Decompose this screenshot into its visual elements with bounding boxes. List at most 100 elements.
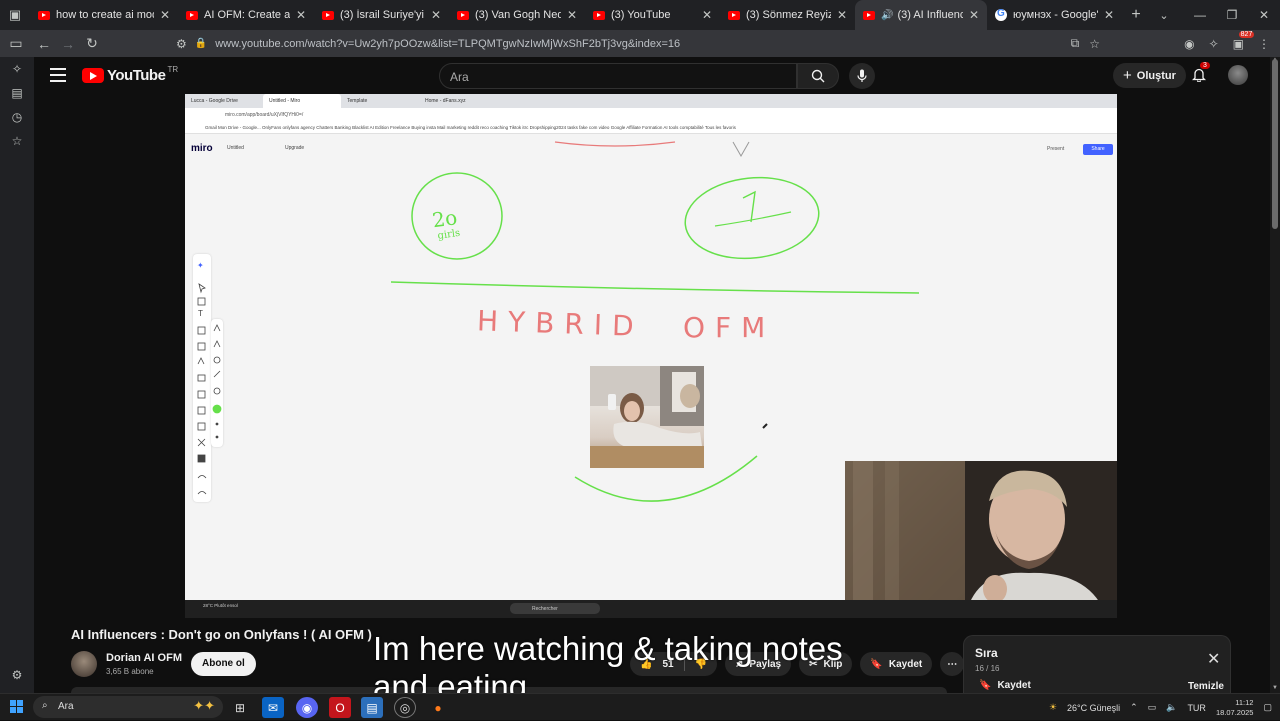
- video-inner-taskbar: 28°C Plutôt ensol Rechercher: [185, 600, 1117, 618]
- create-button[interactable]: + Oluştur: [1113, 63, 1186, 88]
- minimize-icon[interactable]: —: [1184, 0, 1216, 30]
- account-icon[interactable]: ◉: [1184, 37, 1194, 51]
- queue-title: Sıra: [975, 646, 998, 660]
- page-scrollbar[interactable]: ▲ ▼: [1270, 57, 1280, 693]
- close-tab-icon[interactable]: ✕: [702, 8, 712, 22]
- youtube-favicon-icon: [863, 10, 875, 20]
- notification-count-badge: 3: [1200, 62, 1210, 69]
- browser-tab[interactable]: (3) Van Gogh Neden Bu Ka✕: [449, 0, 585, 30]
- close-queue-icon[interactable]: ✕: [1207, 649, 1220, 669]
- taskbar-search[interactable]: ⌕ Ara ✦✦: [33, 696, 223, 718]
- tray-chevron-icon[interactable]: ⌃: [1130, 702, 1138, 713]
- chrome-icon[interactable]: ◎: [394, 697, 416, 718]
- extensions-icon[interactable]: ✧: [1209, 37, 1219, 51]
- weather-text[interactable]: 26°C Güneşli: [1067, 703, 1120, 713]
- sidebar-toggle-icon[interactable]: ▭: [0, 30, 32, 57]
- volume-icon[interactable]: 🔈: [1166, 702, 1177, 713]
- subscribe-button[interactable]: Abone ol: [191, 652, 256, 676]
- browser-side-panel: ✧ ▤ ◷ ☆ ⚙: [0, 57, 34, 693]
- close-tab-icon[interactable]: ✕: [837, 8, 847, 22]
- search-icon: [811, 69, 825, 83]
- close-tab-icon[interactable]: ✕: [1104, 8, 1114, 22]
- address-bar[interactable]: ⚙ 🔒 www.youtube.com/watch?v=Uw2yh7pOOzw&…: [176, 33, 1106, 54]
- close-tab-icon[interactable]: ✕: [431, 8, 441, 22]
- plus-icon: +: [1123, 67, 1132, 84]
- svg-text:T: T: [198, 309, 203, 318]
- close-tab-icon[interactable]: ✕: [969, 8, 979, 22]
- windows-start-icon[interactable]: [10, 700, 23, 713]
- hamburger-menu-icon[interactable]: [50, 66, 66, 84]
- video-player[interactable]: Lucca - Google Drive Untitled - Miro Tem…: [185, 94, 1117, 618]
- search-button[interactable]: [797, 63, 839, 89]
- notifications-button[interactable]: 3: [1191, 62, 1210, 87]
- youtube-logo[interactable]: YouTube TR: [82, 65, 178, 84]
- svg-text:OFM: OFM: [683, 311, 775, 344]
- youtube-play-icon: [82, 68, 104, 83]
- favorites-icon[interactable]: ☆: [0, 129, 34, 153]
- scrollbar-thumb[interactable]: [1272, 59, 1278, 229]
- reading-list-icon[interactable]: ▤: [0, 81, 34, 105]
- bell-icon: [1191, 68, 1207, 83]
- language-indicator[interactable]: TUR: [1187, 703, 1206, 713]
- back-icon[interactable]: ←: [32, 36, 56, 52]
- search-icon: ⌕: [42, 700, 48, 711]
- close-tab-icon[interactable]: ✕: [296, 8, 306, 22]
- opera-icon[interactable]: O: [329, 697, 351, 718]
- restore-icon[interactable]: ❐: [1216, 0, 1248, 30]
- more-actions-icon[interactable]: ⋯: [940, 652, 965, 676]
- youtube-favicon-icon: [186, 10, 198, 20]
- youtube-favicon-icon: [728, 10, 740, 20]
- svg-text:✦: ✦: [197, 261, 204, 270]
- channel-avatar[interactable]: [71, 651, 97, 677]
- weather-icon[interactable]: ☀: [1049, 702, 1057, 713]
- app-window-icon[interactable]: ▤: [361, 697, 383, 718]
- bookmark-star-icon[interactable]: ☆: [1089, 37, 1100, 51]
- window-controls: — ❐ ✕: [1184, 0, 1280, 30]
- queue-count: 16 / 16: [975, 664, 1000, 673]
- forward-icon[interactable]: →: [56, 36, 80, 52]
- bookmark-icon: 🔖: [979, 680, 992, 691]
- queue-clear-button[interactable]: Temizle: [1188, 681, 1224, 692]
- network-icon[interactable]: ▭: [1148, 702, 1157, 713]
- tab-search-chevron-icon[interactable]: ⌄: [1150, 9, 1178, 22]
- voice-search-button[interactable]: [849, 63, 875, 89]
- settings-gear-icon[interactable]: ⚙: [0, 663, 34, 687]
- browser-tab[interactable]: (3) İsrail Suriye'yi KALBİNDE✕: [314, 0, 449, 30]
- close-tab-icon[interactable]: ✕: [567, 8, 577, 22]
- scroll-down-icon[interactable]: ▼: [1272, 685, 1278, 691]
- discord-icon[interactable]: ◉: [296, 697, 318, 718]
- browser-tab[interactable]: AI OFM: Create a Profitable✕: [178, 0, 314, 30]
- browser-tab-strip: ▣ how to create ai models fo✕ AI OFM: Cr…: [0, 0, 1280, 30]
- channel-name[interactable]: Dorian AI OFM: [106, 652, 182, 664]
- install-app-icon[interactable]: ⧉: [1071, 36, 1080, 51]
- close-window-icon[interactable]: ✕: [1248, 0, 1280, 30]
- google-favicon-icon: [995, 8, 1007, 21]
- user-avatar[interactable]: [1228, 65, 1248, 85]
- browser-tab[interactable]: (3) YouTube ✕: [585, 0, 720, 30]
- clock[interactable]: 11:12 18.07.2025: [1216, 698, 1254, 718]
- browser-tab[interactable]: (3) Sönmez Reyiz I Askerlik✕: [720, 0, 855, 30]
- browser-menu-icon[interactable]: ⋮: [1258, 37, 1270, 51]
- subscriber-count: 3,65 B abone: [106, 667, 154, 676]
- browser-tab[interactable]: how to create ai models fo✕: [30, 0, 178, 30]
- windows-taskbar: ⌕ Ara ✦✦ ⊞ ✉ ◉ O ▤ ◎ ● ☀ 26°C Güneşli ⌃ …: [0, 693, 1280, 720]
- task-view-icon[interactable]: ⊞: [229, 697, 251, 718]
- browser-tab-active[interactable]: 🔊(3) AI Influencers : Don'✕: [855, 0, 987, 30]
- notifications-icon[interactable]: ▢: [1263, 702, 1272, 713]
- firefox-icon[interactable]: ●: [427, 697, 449, 718]
- ai-sparkle-icon[interactable]: ✧: [0, 57, 34, 81]
- video-title: AI Influencers : Don't go on Onlyfans ! …: [71, 627, 372, 642]
- microphone-icon: [857, 69, 867, 82]
- new-tab-icon[interactable]: +: [1122, 6, 1150, 24]
- search-input[interactable]: Ara: [439, 63, 797, 89]
- queue-save-button[interactable]: 🔖 Kaydet: [979, 680, 1031, 691]
- speaker-icon[interactable]: 🔊: [881, 10, 893, 21]
- outlook-icon[interactable]: ✉: [262, 697, 284, 718]
- browser-tab[interactable]: юумнэх - Google'da Ara✕: [987, 0, 1122, 30]
- extension-badge-icon[interactable]: ▣ 827: [1233, 30, 1255, 51]
- reload-icon[interactable]: ↻: [80, 35, 104, 52]
- history-icon[interactable]: ◷: [0, 105, 34, 129]
- tab-actions-icon[interactable]: ▣: [0, 0, 30, 30]
- site-settings-icon[interactable]: ⚙: [176, 37, 187, 51]
- close-tab-icon[interactable]: ✕: [160, 8, 170, 22]
